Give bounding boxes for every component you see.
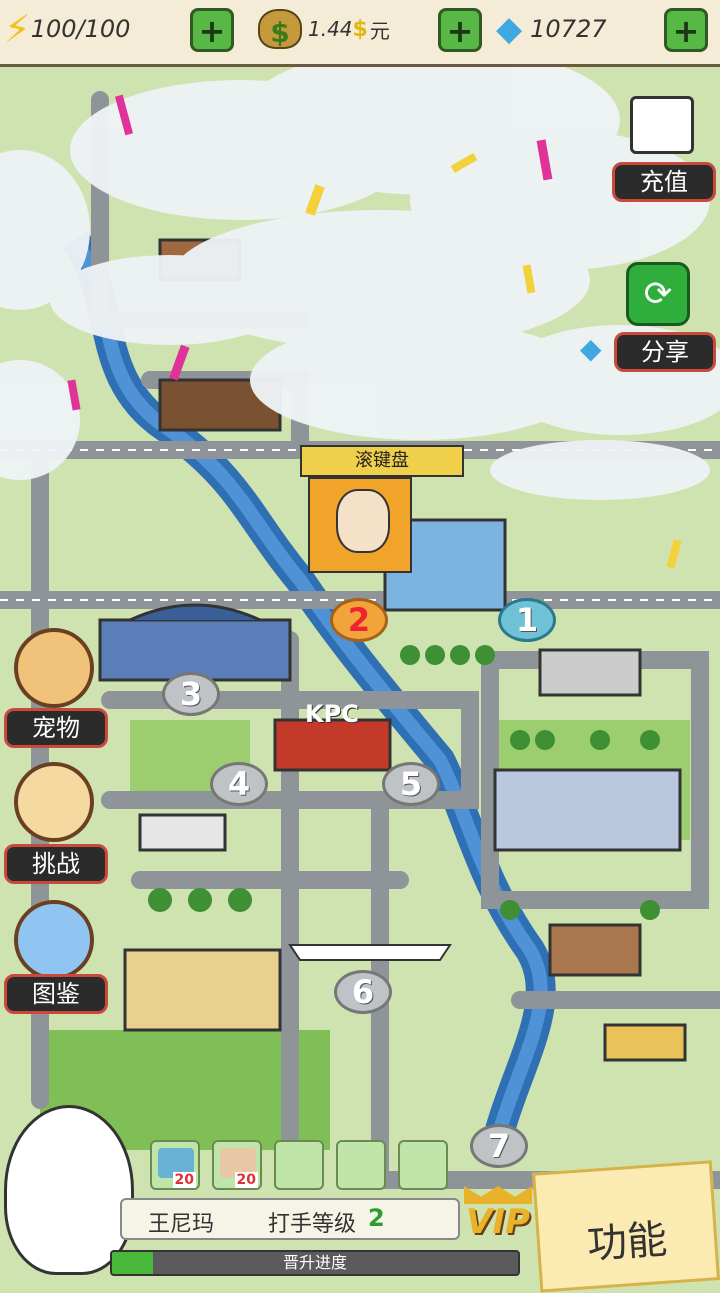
shopping-cart-icon [630, 96, 694, 154]
scroll-icon [14, 762, 94, 842]
level-node-2[interactable]: 2 [330, 598, 388, 642]
level-boss-portrait [308, 477, 412, 573]
level-node-4[interactable]: 4 [210, 762, 268, 806]
player-name: 王尼玛 [148, 1212, 215, 1237]
collection-label: 图鉴 [4, 974, 108, 1014]
level-node-1[interactable]: 1 [498, 598, 556, 642]
money-value: 1.44 [308, 17, 353, 41]
diamond-value: 10727 [530, 15, 607, 43]
level-node-6[interactable]: 6 [334, 970, 392, 1014]
puzzle-icon [14, 900, 94, 980]
share-label: 分享 [614, 332, 716, 372]
level-popup-title: 滚键盘 [300, 445, 464, 477]
kpc-sign: KPC [305, 700, 359, 728]
dog-icon [14, 628, 94, 708]
boss-face-icon [336, 489, 390, 553]
share-button[interactable]: ⟳ ◆ 分享 [580, 262, 716, 372]
challenge-label: 挑战 [4, 844, 108, 884]
pet-label: 宠物 [4, 708, 108, 748]
function-label: 功能 [585, 1216, 669, 1269]
collection-button[interactable]: 图鉴 [4, 900, 108, 1020]
challenge-button[interactable]: 挑战 [4, 762, 108, 886]
level-node-3[interactable]: 3 [162, 672, 220, 716]
player-info-panel: 王尼玛 打手等级 2 [120, 1198, 460, 1240]
level-label: 打手等级 [268, 1212, 357, 1237]
level-value: 2 [368, 1204, 385, 1232]
lightning-icon: ⚡ [4, 7, 31, 51]
energy-resource: ⚡ 100/100 [4, 6, 130, 52]
item-slot-1[interactable]: 20 [150, 1140, 200, 1190]
recharge-button[interactable]: 充值 [612, 92, 716, 212]
item-slot-3[interactable] [274, 1140, 324, 1190]
money-resource: $ 1.44 $ 元 [258, 6, 390, 52]
promotion-progress-bar: 晋升进度 [110, 1250, 520, 1276]
function-button[interactable]: 功能 [532, 1160, 720, 1293]
money-bag-icon: $ [258, 9, 302, 49]
item-slot-5[interactable] [398, 1140, 448, 1190]
item-slot-1-count: 20 [172, 1172, 196, 1188]
recharge-label: 充值 [612, 162, 716, 202]
level-popup[interactable]: 滚键盘 [300, 445, 464, 577]
add-diamond-button[interactable]: + [664, 8, 708, 52]
vip-button[interactable]: VIP [456, 1186, 540, 1250]
share-reward-icon: ◆ [580, 332, 602, 365]
diamond-icon: ◆ [496, 9, 523, 49]
add-energy-button[interactable]: + [190, 8, 234, 52]
level-node-5[interactable]: 5 [382, 762, 440, 806]
energy-value: 100/100 [30, 15, 131, 43]
share-icon: ⟳ [626, 262, 690, 326]
item-slot-2[interactable]: 20 [212, 1140, 262, 1190]
resource-bar: ⚡ 100/100 + $ 1.44 $ 元 + ◆ 10727 + [0, 0, 720, 67]
promotion-progress-label: 晋升进度 [282, 1253, 347, 1272]
pet-button[interactable]: 宠物 [4, 628, 108, 748]
diamond-resource: ◆ 10727 [496, 6, 607, 52]
dollar-icon: $ [352, 16, 368, 42]
item-slot-4[interactable] [336, 1140, 386, 1190]
add-money-button[interactable]: + [438, 8, 482, 52]
item-slot-2-count: 20 [234, 1172, 258, 1188]
money-unit: 元 [369, 18, 390, 43]
vip-label: VIP [466, 1202, 530, 1242]
level-node-7[interactable]: 7 [470, 1124, 528, 1168]
